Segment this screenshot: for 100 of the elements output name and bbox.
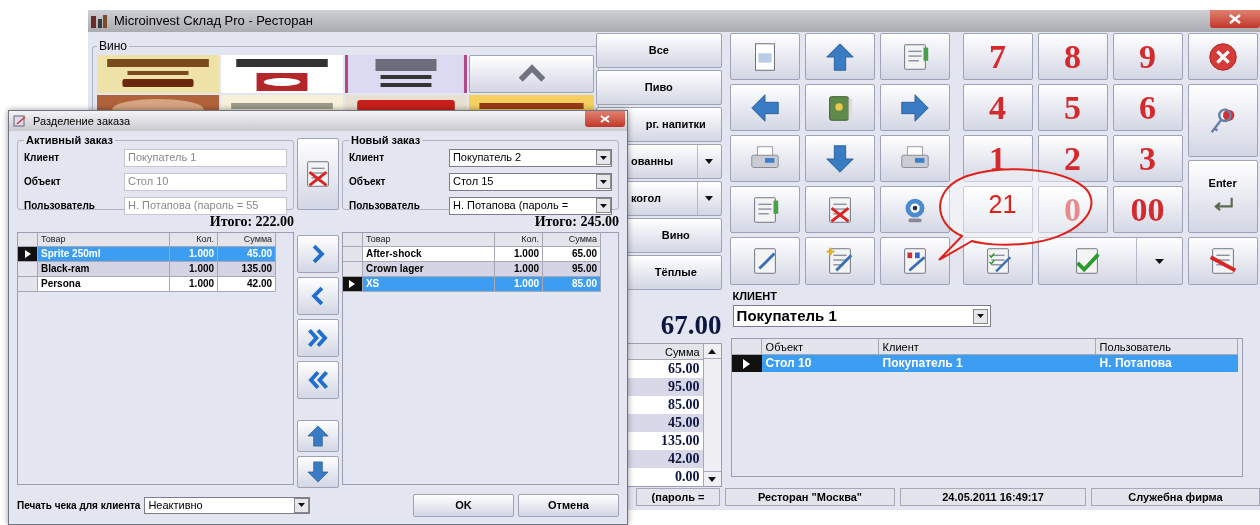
- dropdown-button[interactable]: [596, 150, 611, 165]
- toolbar-button[interactable]: [879, 84, 950, 131]
- column-header[interactable]: Сумма: [218, 233, 277, 247]
- grid-row[interactable]: After-shock 1.000 65.00: [342, 247, 601, 262]
- field-label: Объект: [24, 175, 62, 189]
- toolbar-button[interactable]: [804, 135, 875, 182]
- group-title: Активный заказ: [25, 133, 114, 148]
- column-header[interactable]: Клиент: [878, 339, 1096, 355]
- category-button[interactable]: Все: [596, 33, 722, 68]
- column-header[interactable]: Пользователь: [1095, 339, 1238, 355]
- client-dropdown[interactable]: Покупатель 1: [732, 305, 991, 327]
- toolbar-button[interactable]: [804, 237, 875, 285]
- toolbar-button[interactable]: [729, 186, 800, 233]
- caret-icon: [1154, 258, 1164, 264]
- row-pointer-icon: [24, 250, 31, 258]
- move-left-button[interactable]: [297, 277, 339, 315]
- move-up-button[interactable]: [297, 420, 339, 452]
- digit-key[interactable]: 6: [1112, 84, 1183, 131]
- column-header[interactable]: Объект: [761, 339, 879, 355]
- scroll-down-icon: [708, 476, 717, 482]
- digit-key[interactable]: 4: [962, 84, 1033, 131]
- decimal-key[interactable]: [962, 186, 1033, 233]
- status-field: Ресторан "Москва": [725, 488, 895, 506]
- move-all-right-button[interactable]: [297, 319, 339, 357]
- toolbar-button[interactable]: [804, 186, 875, 233]
- grid-row[interactable]: Black-ram 1.000 135.00: [18, 262, 277, 277]
- column-header[interactable]: Товар: [362, 233, 495, 247]
- digit-key[interactable]: 7: [962, 33, 1033, 80]
- scroll-up-button[interactable]: [469, 55, 594, 93]
- row-header[interactable]: [18, 247, 38, 262]
- keys-button[interactable]: [1187, 84, 1258, 157]
- caret-icon: [600, 155, 607, 160]
- dropdown-field[interactable]: Покупатель 2: [448, 148, 612, 167]
- status-field: (пароль =: [636, 488, 720, 506]
- dialog-title: Разделение заказа: [33, 113, 131, 129]
- toolbar-button[interactable]: [1187, 237, 1258, 285]
- dropdown-button[interactable]: [596, 174, 611, 189]
- scroll-up-icon: [708, 348, 717, 354]
- field-label: Клиент: [24, 151, 61, 165]
- digit-key[interactable]: 3: [1112, 135, 1183, 182]
- window-title: Microinvest Склад Pro - Ресторан: [114, 12, 313, 31]
- dropdown-button[interactable]: [294, 497, 310, 513]
- confirm-split-button[interactable]: [1037, 237, 1183, 285]
- callout-text: 21: [988, 190, 1017, 218]
- close-icon: [600, 115, 610, 123]
- category-button[interactable]: Пиво: [596, 70, 722, 105]
- table-cell: 85.00: [543, 277, 601, 292]
- digit-key[interactable]: 8: [1037, 33, 1108, 80]
- digit-key[interactable]: 5: [1037, 84, 1108, 131]
- row-header[interactable]: [342, 277, 363, 292]
- close-button[interactable]: [585, 111, 625, 127]
- toolbar-button[interactable]: [879, 186, 950, 233]
- table-cell: Persona: [38, 277, 171, 292]
- dialog-button[interactable]: OK: [413, 493, 514, 517]
- column-header[interactable]: Сумма: [543, 233, 601, 247]
- field-label: Объект: [348, 175, 387, 189]
- column-header[interactable]: Товар: [38, 233, 171, 247]
- column-header[interactable]: Кол.: [170, 233, 219, 247]
- up-arrow-icon: [305, 423, 331, 449]
- digit-key[interactable]: 00: [1112, 186, 1183, 233]
- grid-row[interactable]: Persona 1.000 42.00: [18, 277, 277, 292]
- toolbar-button[interactable]: [804, 33, 875, 80]
- table-cell: 42.00: [218, 277, 277, 292]
- digit-key[interactable]: 9: [1112, 33, 1183, 80]
- dialog-button[interactable]: Отмена: [518, 493, 619, 517]
- toolbar-button[interactable]: [1187, 33, 1258, 80]
- move-right-button[interactable]: [297, 235, 339, 273]
- move-all-left-button[interactable]: [297, 361, 339, 399]
- dropdown-field[interactable]: Н. Потапова (пароль =: [448, 196, 612, 215]
- table-cell-text: Н. Потапова: [1098, 355, 1173, 372]
- toolbar-button[interactable]: [962, 237, 1033, 285]
- toolbar-button[interactable]: [729, 84, 800, 131]
- close-button[interactable]: [1210, 10, 1260, 28]
- toolbar-button[interactable]: [879, 135, 950, 182]
- grid-row[interactable]: Crown lager 1.000 95.00: [342, 262, 601, 277]
- dropdown-button[interactable]: [596, 198, 611, 213]
- dropdown-button[interactable]: [972, 308, 988, 324]
- move-down-button[interactable]: [297, 456, 339, 488]
- status-field: 24.05.2011 16:49:17: [900, 488, 1086, 506]
- toolbar-button[interactable]: [804, 84, 875, 131]
- digit-key[interactable]: 2: [1037, 135, 1108, 182]
- toolbar-button[interactable]: [729, 33, 800, 80]
- caret-icon: [600, 203, 607, 208]
- enter-key[interactable]: Enter: [1187, 160, 1258, 233]
- toolbar-button[interactable]: [729, 237, 800, 285]
- caret-icon: [976, 314, 984, 318]
- column-header[interactable]: Кол.: [495, 233, 543, 247]
- clear-button[interactable]: [297, 138, 339, 210]
- row-header[interactable]: [731, 355, 762, 372]
- client-label: КЛИЕНТ: [732, 290, 778, 302]
- group-title: Новый заказ: [349, 133, 422, 148]
- toolbar-button[interactable]: [729, 135, 800, 182]
- toolbar-button[interactable]: [879, 237, 950, 285]
- print-dropdown[interactable]: Неактивно: [144, 496, 311, 514]
- toolbar-button[interactable]: [879, 33, 950, 80]
- table-cell: 1.000: [170, 277, 219, 292]
- print-label: Печать чека для клиента: [17, 498, 141, 513]
- dropdown-field[interactable]: Стол 15: [448, 172, 612, 191]
- field-label: Пользователь: [348, 199, 421, 213]
- close-icon: [1229, 14, 1241, 24]
